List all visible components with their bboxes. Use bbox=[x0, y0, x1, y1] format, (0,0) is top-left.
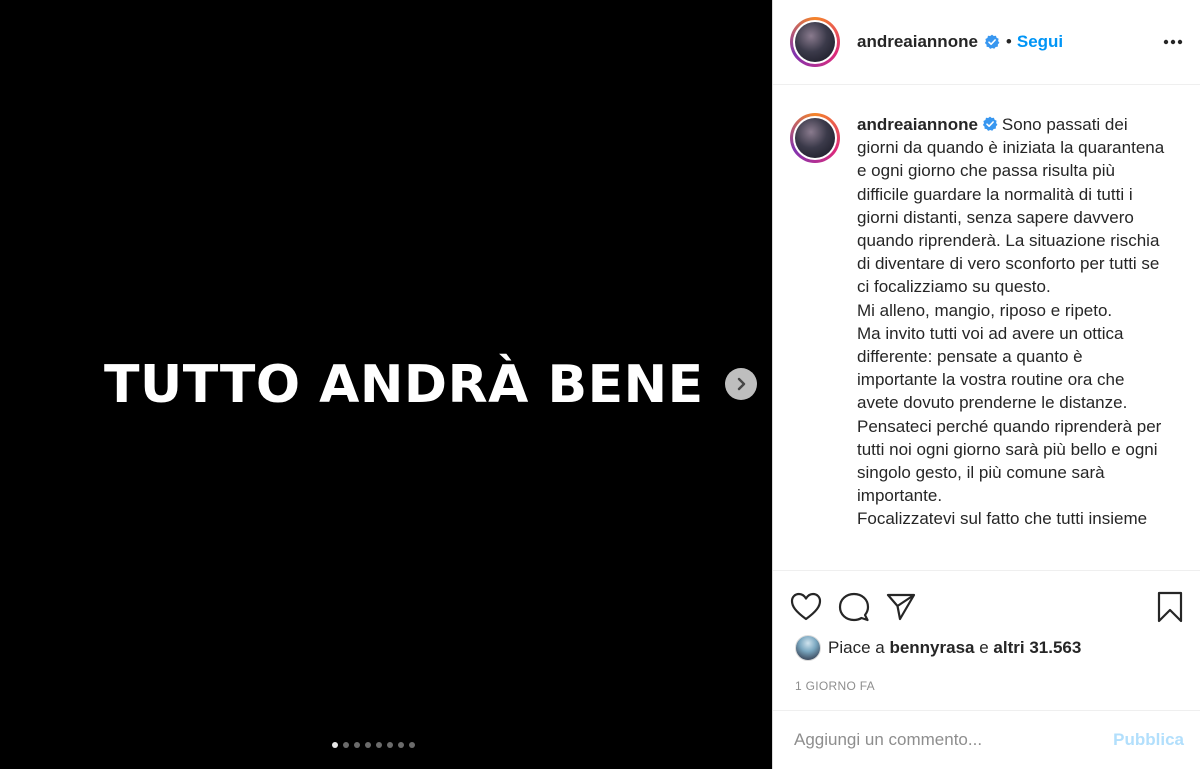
caption-avatar[interactable] bbox=[790, 113, 840, 163]
carousel-dot bbox=[354, 742, 360, 748]
media-overlay-text: TUTTO ANDRÀ BENE bbox=[104, 355, 704, 415]
follow-button[interactable]: Segui bbox=[1017, 32, 1063, 52]
caption: andreaiannone Sono passati dei giorni da … bbox=[773, 85, 1200, 531]
more-horizontal-icon bbox=[1163, 39, 1183, 45]
heart-icon bbox=[790, 592, 822, 621]
bookmark-icon bbox=[1157, 591, 1183, 623]
comments-scroll-area[interactable]: andreaiannone Sono passati dei giorni da … bbox=[773, 85, 1200, 570]
chevron-right-icon bbox=[737, 377, 746, 391]
more-options-button[interactable] bbox=[1163, 32, 1183, 50]
carousel-dot bbox=[332, 742, 338, 748]
comment-form: Pubblica bbox=[773, 710, 1200, 769]
post-header: andreaiannone • Segui bbox=[773, 0, 1200, 85]
comment-input[interactable] bbox=[794, 730, 1114, 750]
post-actions: Piace a bennyrasa e altri 31.563 1 GIORN… bbox=[773, 570, 1200, 693]
publish-button[interactable]: Pubblica bbox=[1113, 730, 1184, 750]
header-separator: • bbox=[1005, 32, 1012, 51]
verified-badge-icon bbox=[982, 116, 998, 131]
share-button[interactable] bbox=[886, 592, 916, 622]
carousel-dot bbox=[365, 742, 371, 748]
send-icon bbox=[886, 593, 916, 621]
caption-username[interactable]: andreaiannone bbox=[857, 115, 978, 134]
liker-username[interactable]: bennyrasa bbox=[889, 638, 974, 658]
carousel-dot bbox=[343, 742, 349, 748]
avatar[interactable] bbox=[790, 17, 840, 67]
carousel-dot bbox=[376, 742, 382, 748]
carousel-dot bbox=[409, 742, 415, 748]
next-slide-button[interactable] bbox=[725, 368, 757, 400]
comment-button[interactable] bbox=[838, 591, 870, 623]
carousel-dots bbox=[332, 742, 415, 748]
likes-conj: e bbox=[979, 638, 989, 657]
likes-prefix: Piace a bbox=[828, 638, 885, 657]
header-username[interactable]: andreaiannone bbox=[857, 32, 978, 52]
likes-count-link[interactable]: altri 31.563 bbox=[993, 638, 1081, 658]
post-timestamp[interactable]: 1 GIORNO FA bbox=[773, 661, 1200, 693]
avatar-image bbox=[795, 22, 835, 62]
carousel-dot bbox=[387, 742, 393, 748]
verified-badge-icon bbox=[984, 34, 1000, 49]
like-button[interactable] bbox=[790, 592, 822, 622]
comment-bubble-icon bbox=[838, 592, 870, 622]
caption-text-block: andreaiannone Sono passati dei giorni da … bbox=[857, 113, 1167, 531]
save-button[interactable] bbox=[1156, 591, 1184, 623]
carousel-dot bbox=[398, 742, 404, 748]
instagram-post-modal: TUTTO ANDRÀ BENE andreaiannone • Segui a… bbox=[0, 0, 1200, 769]
post-side-panel: andreaiannone • Segui andreaiannoneSono bbox=[772, 0, 1200, 769]
caption-body: Sono passati dei giorni da quando è iniz… bbox=[857, 115, 1165, 529]
caption-avatar-image bbox=[795, 118, 835, 158]
liker-avatar[interactable] bbox=[795, 635, 821, 661]
post-media: TUTTO ANDRÀ BENE bbox=[0, 0, 772, 769]
likes-summary: Piace a bennyrasa e altri 31.563 bbox=[773, 629, 1200, 661]
